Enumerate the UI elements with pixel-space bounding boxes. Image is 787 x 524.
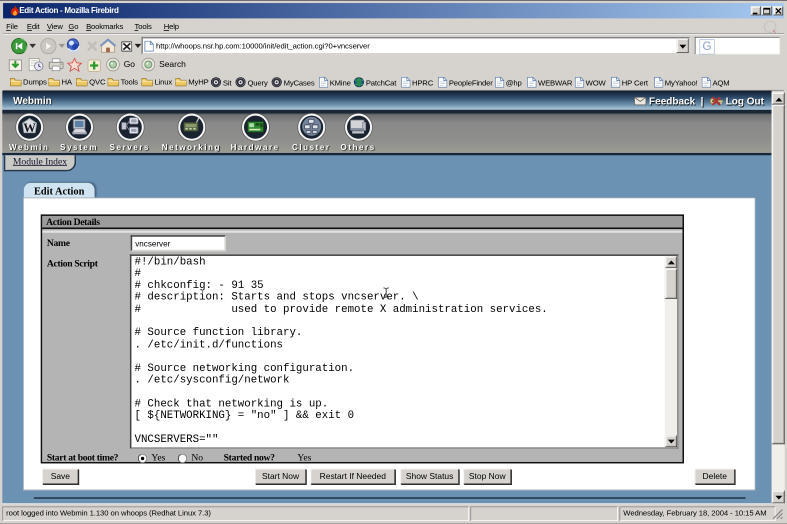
svg-text:W: W <box>23 121 36 135</box>
